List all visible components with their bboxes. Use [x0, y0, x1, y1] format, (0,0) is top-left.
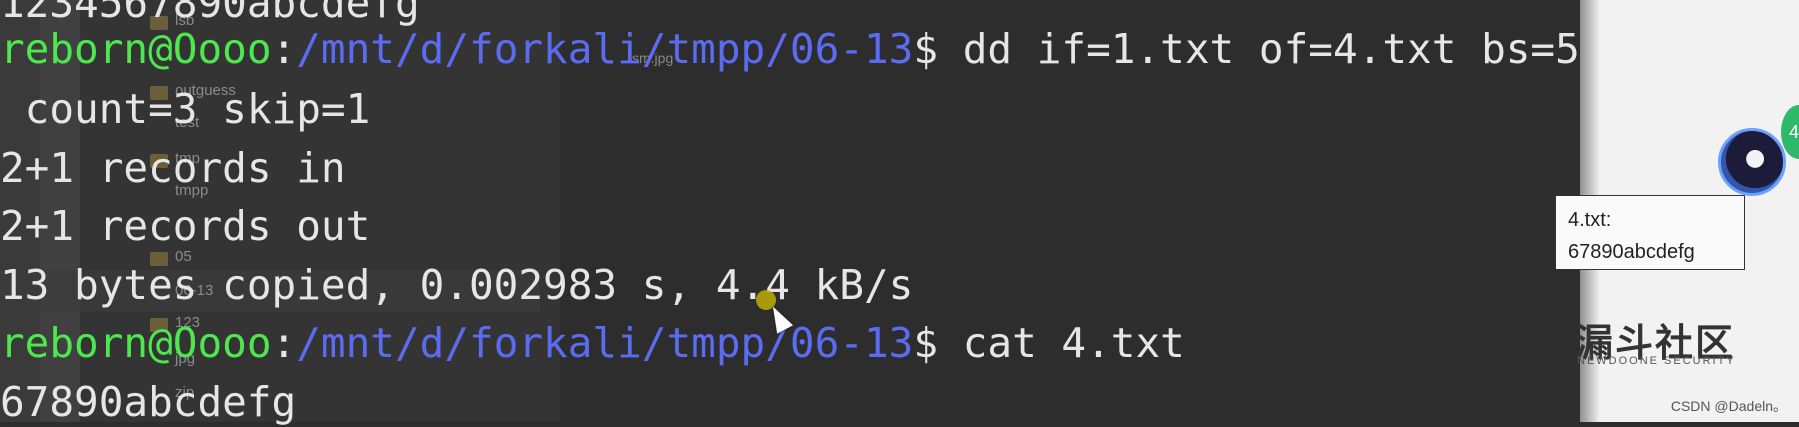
prompt-user: reborn@Oooo: [0, 319, 272, 367]
terminal[interactable]: 1234567890abcdefg reborn@Oooo:/mnt/d/for…: [0, 0, 1799, 426]
prompt-symbol: $: [913, 25, 939, 73]
prompt-user: reborn@Oooo: [0, 25, 272, 73]
terminal-prompt-line: reborn@Oooo:/mnt/d/forkali/tmpp/06-13$ c…: [0, 318, 1185, 368]
prompt-symbol: $: [913, 319, 939, 367]
prompt-path: /mnt/d/forkali/tmpp/06-13: [296, 25, 914, 73]
prompt-separator: :: [271, 319, 297, 367]
terminal-output-line: 13 bytes copied, 0.002983 s, 4.4 kB/s: [0, 261, 914, 309]
terminal-output-line: 67890abcdefg: [0, 378, 297, 426]
terminal-output-line: 2+1 records out: [0, 202, 371, 250]
prompt-path: /mnt/d/forkali/tmpp/06-13: [296, 319, 914, 367]
terminal-output-line: 2+1 records in: [0, 144, 346, 192]
prompt-separator: :: [271, 25, 297, 73]
prompt-command: dd if=1.txt of=4.txt bs=5: [938, 25, 1580, 73]
terminal-prompt-line: reborn@Oooo:/mnt/d/forkali/tmpp/06-13$ d…: [0, 24, 1580, 74]
prompt-command: cat 4.txt: [938, 319, 1185, 367]
terminal-output-line: count=3 skip=1: [0, 85, 371, 133]
